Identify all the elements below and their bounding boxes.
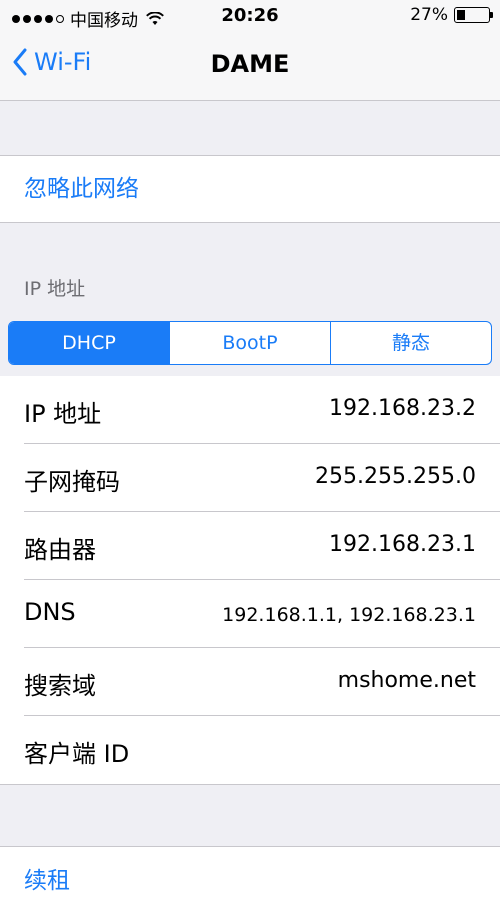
row-dns[interactable]: DNS 192.168.1.1, 192.168.23.1 xyxy=(0,580,500,648)
row-search-domain[interactable]: 搜索域 mshome.net xyxy=(0,648,500,716)
search-domain-field[interactable]: mshome.net xyxy=(338,668,476,693)
row-client-id[interactable]: 客户端 ID xyxy=(0,716,500,784)
battery-percent: 27% xyxy=(410,5,448,25)
row-label: DNS xyxy=(24,598,76,626)
row-label: 路由器 xyxy=(24,536,96,564)
navigation-bar: Wi-Fi DAME xyxy=(0,34,500,101)
status-bar: 中国移动 20:26 27% xyxy=(0,0,500,34)
row-subnet-mask: 子网掩码 255.255.255.0 xyxy=(0,444,500,512)
ip-section-header: IP 地址 xyxy=(24,278,86,300)
row-ip-address: IP 地址 192.168.23.2 xyxy=(0,376,500,444)
row-router: 路由器 192.168.23.1 xyxy=(0,512,500,580)
row-value: 192.168.23.2 xyxy=(329,396,476,421)
renew-lease-button[interactable]: 续租 xyxy=(24,861,70,895)
row-label: 客户端 ID xyxy=(24,740,130,768)
segment-static[interactable]: 静态 xyxy=(330,322,491,364)
row-label: 子网掩码 xyxy=(24,468,120,496)
row-label: IP 地址 xyxy=(24,400,102,428)
battery-icon xyxy=(454,7,493,23)
row-value: 192.168.23.1 xyxy=(329,532,476,557)
segment-dhcp[interactable]: DHCP xyxy=(9,322,169,364)
segment-bootp[interactable]: BootP xyxy=(169,322,330,364)
row-label: 搜索域 xyxy=(24,672,96,700)
page-title: DAME xyxy=(210,50,290,78)
forget-network-cell[interactable]: 忽略此网络 xyxy=(0,155,500,223)
renew-lease-cell[interactable]: 续租 xyxy=(0,846,500,897)
row-value: 255.255.255.0 xyxy=(315,464,476,489)
battery-level-fill xyxy=(457,10,465,20)
forget-network-button[interactable]: 忽略此网络 xyxy=(0,156,500,222)
status-right: 27% xyxy=(410,5,493,25)
ip-mode-segmented-control[interactable]: DHCP BootP 静态 xyxy=(8,321,492,365)
dns-field[interactable]: 192.168.1.1, 192.168.23.1 xyxy=(222,604,476,626)
ip-details-list: IP 地址 192.168.23.2 子网掩码 255.255.255.0 路由… xyxy=(0,376,500,785)
